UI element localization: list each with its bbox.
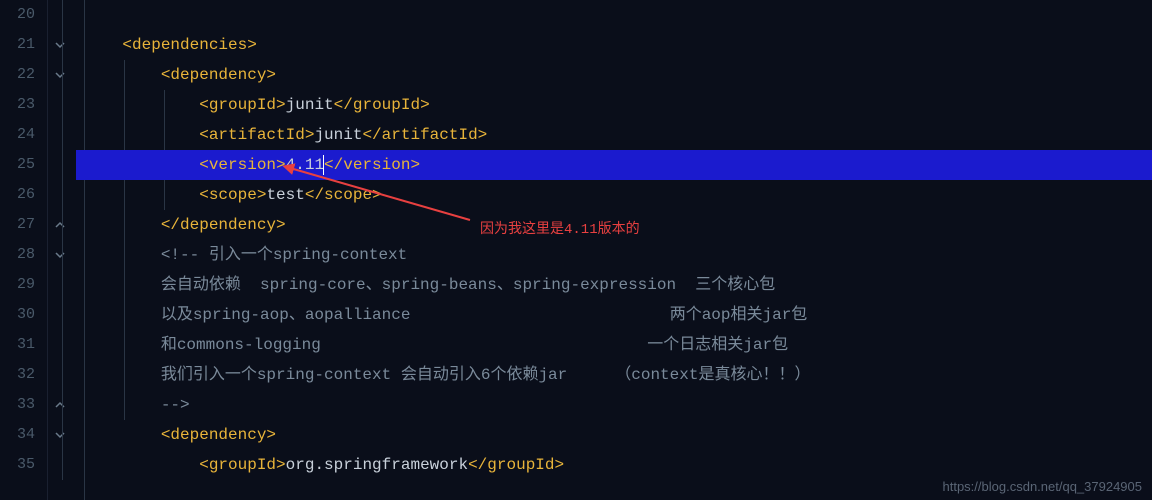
code-line[interactable]: 会自动依赖 spring-core、spring-beans、spring-ex… <box>76 270 1152 300</box>
code-editor[interactable]: 20 21 22 23 24 25 26 27 28 29 30 31 32 3… <box>0 0 1152 500</box>
code-line[interactable]: <groupId>org.springframework</groupId> <box>76 450 1152 480</box>
xml-tag: <scope> <box>199 186 266 204</box>
line-number-gutter: 20 21 22 23 24 25 26 27 28 29 30 31 32 3… <box>0 0 48 500</box>
xml-comment: 和commons-logging 一个日志相关jar包 <box>161 336 788 354</box>
fold-down-icon[interactable] <box>54 429 66 441</box>
code-line[interactable]: 和commons-logging 一个日志相关jar包 <box>76 330 1152 360</box>
line-number: 23 <box>0 90 35 120</box>
fold-up-icon[interactable] <box>54 219 66 231</box>
code-line[interactable] <box>76 0 1152 30</box>
xml-comment: 以及spring-aop、aopalliance 两个aop相关jar包 <box>161 306 808 324</box>
xml-text: junit <box>314 126 362 144</box>
xml-comment: 会自动依赖 spring-core、spring-beans、spring-ex… <box>161 276 775 294</box>
xml-tag: </artifactId> <box>362 126 487 144</box>
xml-tag: </version> <box>324 156 420 174</box>
xml-tag: </scope> <box>305 186 382 204</box>
xml-tag: <groupId> <box>199 96 285 114</box>
xml-text: 4.11 <box>286 156 324 174</box>
xml-tag: <dependency> <box>161 66 276 84</box>
line-number: 22 <box>0 60 35 90</box>
xml-comment: --> <box>161 396 190 414</box>
line-number: 25 <box>0 150 35 180</box>
code-line[interactable]: <artifactId>junit</artifactId> <box>76 120 1152 150</box>
line-number: 24 <box>0 120 35 150</box>
xml-comment: 我们引入一个spring-context 会自动引入6个依赖jar （conte… <box>161 366 811 384</box>
code-content[interactable]: <dependencies> <dependency> <groupId>jun… <box>76 0 1152 500</box>
line-number: 28 <box>0 240 35 270</box>
xml-comment: <!-- 引入一个spring-context <box>161 246 407 264</box>
code-line[interactable]: <dependency> <box>76 60 1152 90</box>
xml-tag: </groupId> <box>334 96 430 114</box>
code-line[interactable]: 以及spring-aop、aopalliance 两个aop相关jar包 <box>76 300 1152 330</box>
code-line-highlighted[interactable]: <version>4.11</version> <box>76 150 1152 180</box>
fold-down-icon[interactable] <box>54 69 66 81</box>
code-line[interactable]: --> <box>76 390 1152 420</box>
code-line[interactable]: <!-- 引入一个spring-context <box>76 240 1152 270</box>
line-number: 27 <box>0 210 35 240</box>
watermark: https://blog.csdn.net/qq_37924905 <box>943 479 1143 494</box>
xml-tag: </groupId> <box>468 456 564 474</box>
code-line[interactable]: <scope>test</scope> <box>76 180 1152 210</box>
xml-tag: <dependencies> <box>122 36 256 54</box>
xml-text: test <box>266 186 304 204</box>
xml-tag: <groupId> <box>199 456 285 474</box>
line-number: 31 <box>0 330 35 360</box>
fold-up-icon[interactable] <box>54 399 66 411</box>
xml-tag: </dependency> <box>161 216 286 234</box>
fold-down-icon[interactable] <box>54 249 66 261</box>
xml-text: org.springframework <box>286 456 468 474</box>
line-number: 30 <box>0 300 35 330</box>
line-number: 26 <box>0 180 35 210</box>
line-number: 20 <box>0 0 35 30</box>
line-number: 35 <box>0 450 35 480</box>
code-line[interactable]: 我们引入一个spring-context 会自动引入6个依赖jar （conte… <box>76 360 1152 390</box>
xml-tag: <dependency> <box>161 426 276 444</box>
xml-tag: <artifactId> <box>199 126 314 144</box>
annotation-text: 因为我这里是4.11版本的 <box>480 218 640 238</box>
fold-down-icon[interactable] <box>54 39 66 51</box>
line-number: 34 <box>0 420 35 450</box>
line-number: 29 <box>0 270 35 300</box>
line-number: 32 <box>0 360 35 390</box>
line-number: 21 <box>0 30 35 60</box>
xml-tag: <version> <box>199 156 285 174</box>
code-line[interactable]: <dependency> <box>76 420 1152 450</box>
fold-gutter <box>48 0 76 500</box>
xml-text: junit <box>286 96 334 114</box>
code-line[interactable]: <dependencies> <box>76 30 1152 60</box>
line-number: 33 <box>0 390 35 420</box>
code-line[interactable]: <groupId>junit</groupId> <box>76 90 1152 120</box>
